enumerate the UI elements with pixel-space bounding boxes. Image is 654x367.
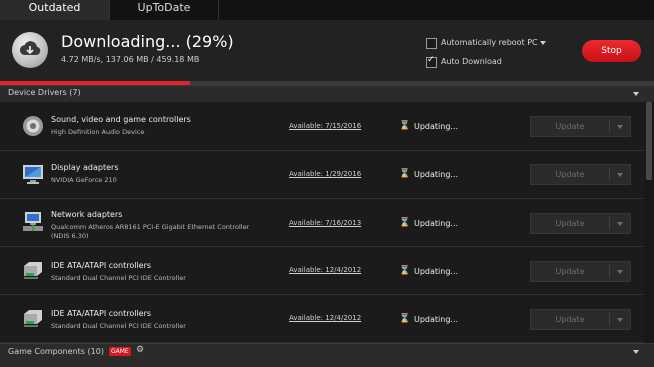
update-button-divider [609, 265, 610, 278]
chevron-down-icon[interactable] [617, 318, 623, 322]
device-drivers-header[interactable]: Device Drivers (7) [0, 85, 654, 102]
hourglass-icon: ⌛ [399, 218, 411, 228]
driver-list-scrollbar[interactable] [644, 102, 654, 343]
driver-available-link[interactable]: Available: 12/4/2012 [289, 314, 361, 322]
driver-available-link[interactable]: Available: 1/29/2016 [289, 170, 361, 178]
driver-device-detail: (NDIS 6.30) [51, 232, 89, 240]
tab-divider [218, 0, 219, 20]
cloud-download-icon [12, 32, 48, 68]
drive-icon [21, 258, 45, 282]
hourglass-icon: ⌛ [399, 121, 411, 131]
hourglass-icon: ⌛ [399, 169, 411, 179]
collapse-icon[interactable] [633, 92, 639, 96]
update-button-label: Update [555, 170, 585, 179]
game-badge: GAME [109, 347, 131, 356]
driver-row: Network adapters Qualcomm Atheros AR8161… [0, 198, 644, 247]
driver-status: Updating... [414, 170, 459, 179]
device-drivers-title: Device Drivers (7) [8, 88, 81, 97]
game-components-title: Game Components (10) [8, 347, 104, 356]
monitor-icon [21, 162, 45, 186]
update-button-label: Update [555, 122, 585, 131]
download-title: Downloading... (29%) [61, 32, 234, 51]
driver-device: High Definition Audio Device [51, 128, 145, 136]
driver-category: IDE ATA/ATAPI controllers [51, 309, 152, 318]
driver-device: Qualcomm Atheros AR8161 PCI-E Gigabit Et… [51, 223, 250, 231]
scrollbar-thumb[interactable] [646, 102, 652, 180]
update-button-divider [609, 313, 610, 326]
hourglass-icon: ⌛ [399, 266, 411, 276]
chevron-down-icon[interactable] [617, 270, 623, 274]
driver-status: Updating... [414, 219, 459, 228]
driver-status: Updating... [414, 122, 459, 131]
collapse-icon[interactable] [633, 350, 639, 354]
driver-row: IDE ATA/ATAPI controllers Standard Dual … [0, 294, 644, 343]
update-button-divider [609, 120, 610, 133]
driver-status: Updating... [414, 315, 459, 324]
drive-icon [21, 306, 45, 330]
speaker-icon [21, 114, 45, 138]
chevron-down-icon[interactable] [617, 222, 623, 226]
auto-download-checkbox[interactable] [426, 55, 437, 68]
update-button[interactable]: Update [530, 309, 631, 330]
chevron-down-icon[interactable] [617, 125, 623, 129]
driver-available-link[interactable]: Available: 7/16/2013 [289, 219, 361, 227]
driver-device: Standard Dual Channel PCI IDE Controller [51, 322, 186, 330]
update-button-label: Update [555, 315, 585, 324]
driver-row: Sound, video and game controllers High D… [0, 102, 644, 151]
gear-icon[interactable]: ⚙ [136, 345, 144, 355]
update-button-divider [609, 168, 610, 181]
update-button-label: Update [555, 219, 585, 228]
driver-available-link[interactable]: Available: 12/4/2012 [289, 266, 361, 274]
download-stats: 4.72 MB/s, 137.06 MB / 459.18 MB [61, 55, 200, 64]
auto-reboot-label: Automatically reboot PC [441, 38, 538, 47]
driver-row: Display adapters NVIDIA GeForce 210 Avai… [0, 150, 644, 199]
update-button-label: Update [555, 267, 585, 276]
driver-available-link[interactable]: Available: 7/15/2016 [289, 122, 361, 130]
update-button[interactable]: Update [530, 164, 631, 185]
driver-category: IDE ATA/ATAPI controllers [51, 261, 152, 270]
driver-row: IDE ATA/ATAPI controllers Standard Dual … [0, 246, 644, 295]
chevron-down-icon[interactable] [540, 41, 546, 45]
tab-uptodate[interactable]: UpToDate [110, 0, 218, 20]
driver-category: Display adapters [51, 163, 119, 172]
driver-device: Standard Dual Channel PCI IDE Controller [51, 274, 186, 282]
update-button[interactable]: Update [530, 261, 631, 282]
auto-download-label: Auto Download [441, 57, 502, 66]
update-button-divider [609, 217, 610, 230]
auto-reboot-checkbox[interactable] [426, 38, 437, 49]
driver-category: Sound, video and game controllers [51, 115, 191, 124]
network-icon [21, 210, 45, 234]
game-components-header[interactable]: Game Components (10) GAME ⚙ [0, 343, 654, 367]
driver-status: Updating... [414, 267, 459, 276]
tab-outdated[interactable]: Outdated [0, 0, 109, 20]
chevron-down-icon[interactable] [617, 173, 623, 177]
tab-bar: Outdated UpToDate [0, 0, 654, 20]
update-button[interactable]: Update [530, 116, 631, 137]
driver-device: NVIDIA GeForce 210 [51, 176, 117, 184]
update-button[interactable]: Update [530, 213, 631, 234]
hourglass-icon: ⌛ [399, 314, 411, 324]
stop-button[interactable]: Stop [582, 40, 641, 62]
driver-list: Sound, video and game controllers High D… [0, 102, 644, 343]
driver-category: Network adapters [51, 210, 123, 219]
